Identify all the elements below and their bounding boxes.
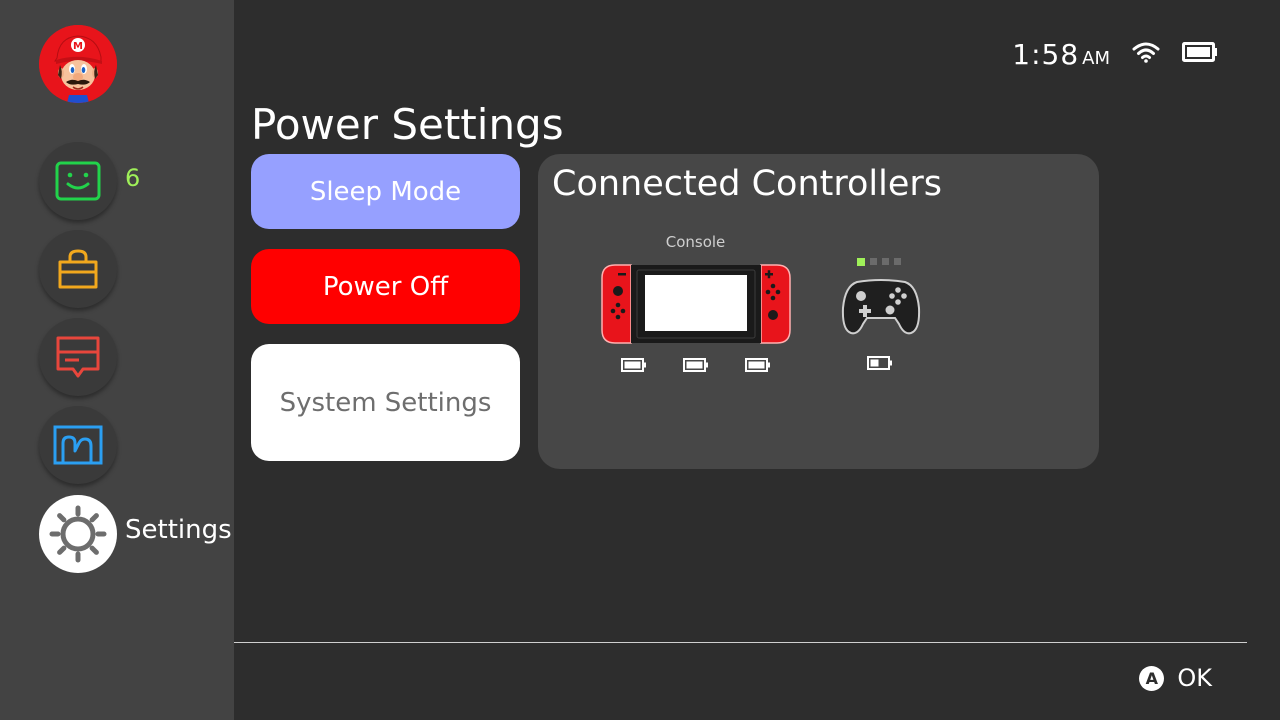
console-label: Console: [665, 233, 726, 251]
battery-full-icon: [1182, 42, 1218, 66]
album-icon: [53, 425, 103, 465]
ok-label: OK: [1177, 664, 1212, 692]
gear-icon: [49, 505, 107, 563]
settings-button[interactable]: [39, 495, 117, 573]
clock-time: 1:58: [1012, 37, 1080, 71]
friends-count: 6: [125, 164, 141, 192]
console-icon: [601, 264, 791, 344]
news-button[interactable]: [39, 318, 117, 396]
shopping-bag-icon: [58, 249, 98, 289]
status-bar: 1:58 AM: [1012, 36, 1218, 72]
left-joycon-battery-icon: [621, 358, 646, 372]
a-button-icon: A: [1139, 665, 1165, 691]
panel-title: Connected Controllers: [552, 164, 942, 204]
sidebar: M 6 Settings: [0, 0, 234, 720]
power-off-button[interactable]: Power Off: [251, 249, 520, 324]
system-settings-button[interactable]: System Settings: [251, 344, 520, 461]
sleep-mode-button[interactable]: Sleep Mode: [251, 154, 520, 229]
connected-controllers-panel: Connected Controllers Console: [538, 154, 1099, 469]
power-off-label: Power Off: [322, 271, 449, 302]
footer-divider: [234, 642, 1247, 643]
wifi-icon: [1132, 41, 1160, 67]
shop-button[interactable]: [39, 230, 117, 308]
album-button[interactable]: [39, 406, 117, 484]
right-joycon-battery-icon: [745, 358, 770, 372]
home-screen: M 6 Settings 1:58 AM Power Settings Slee…: [0, 0, 1280, 720]
mario-avatar-image: M: [39, 25, 117, 103]
sleep-mode-label: Sleep Mode: [309, 176, 462, 207]
clock: 1:58 AM: [1012, 38, 1110, 71]
clock-ampm: AM: [1082, 47, 1110, 69]
smiley-icon: [55, 161, 101, 201]
pro-controller-icon: [841, 279, 921, 335]
console-battery-icon: [683, 358, 708, 372]
settings-label: Settings: [125, 515, 232, 545]
system-settings-label: System Settings: [279, 387, 492, 418]
user-avatar[interactable]: M: [39, 25, 117, 103]
svg-text:M: M: [73, 41, 83, 52]
ok-button[interactable]: A OK: [1139, 664, 1212, 692]
friends-button[interactable]: [39, 142, 117, 220]
news-message-icon: [56, 336, 100, 378]
player-indicator-lights: [857, 258, 901, 266]
pro-controller-battery-icon: [867, 356, 892, 370]
page-title: Power Settings: [251, 100, 564, 149]
